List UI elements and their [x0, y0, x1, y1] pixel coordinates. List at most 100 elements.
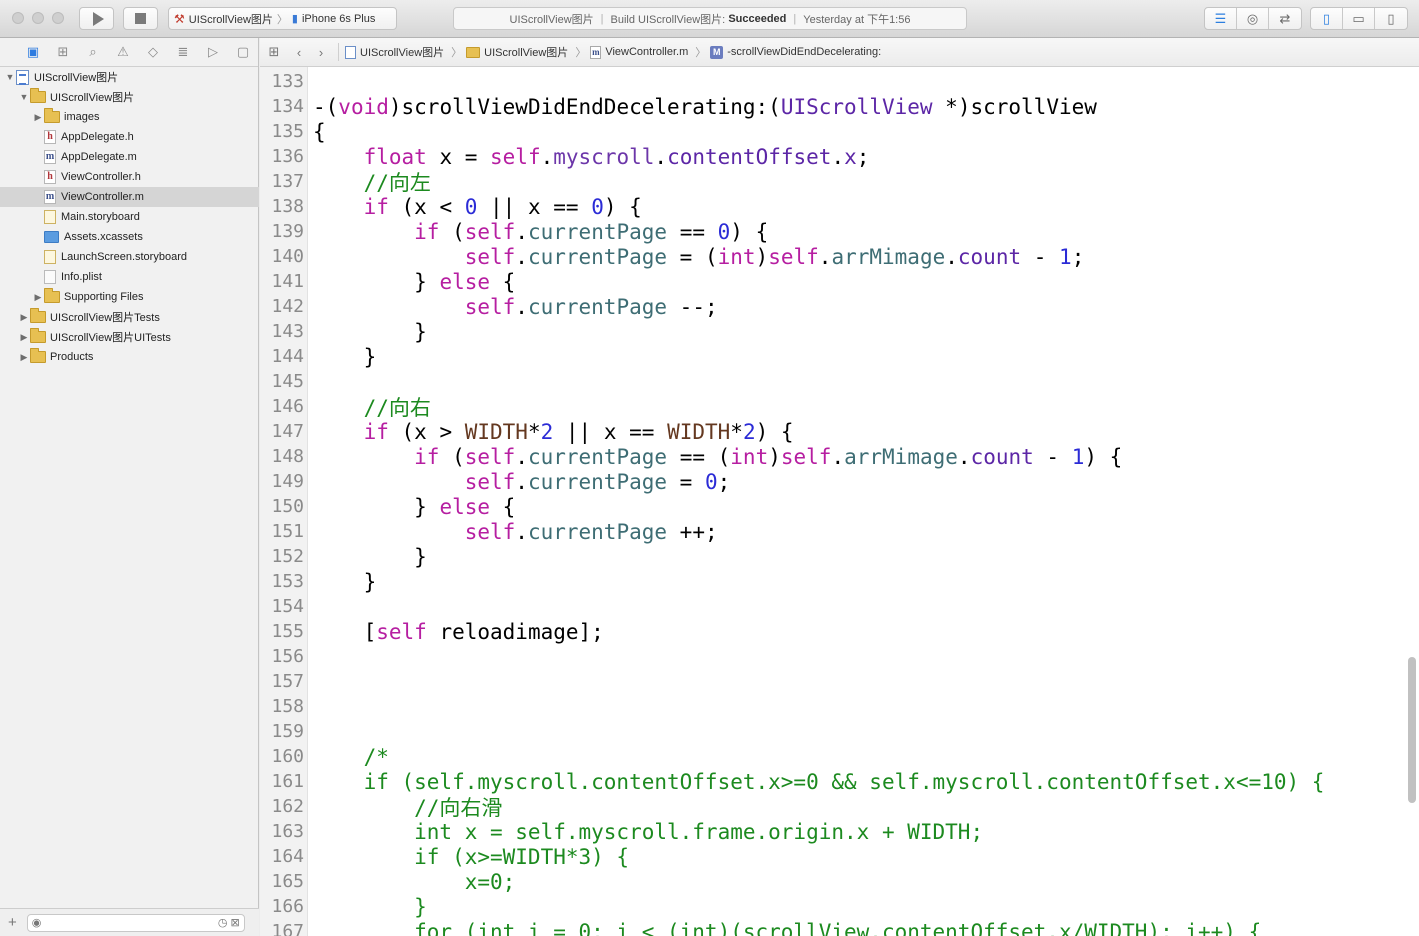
- code-line: 148 if (self.currentPage == (int)self.ar…: [260, 444, 1419, 469]
- code-text: //向左: [313, 167, 431, 197]
- code-token: --;: [667, 294, 718, 319]
- debug-area-toggle-icon[interactable]: ▭: [1343, 8, 1375, 29]
- recent-filter-icon[interactable]: ◷ ⊠: [218, 916, 240, 929]
- version-editor-icon[interactable]: ⇄: [1269, 8, 1301, 29]
- report-icon[interactable]: ▢: [228, 44, 258, 60]
- code-token: for (int i = 0; i < (int)(scrollView.con…: [313, 919, 1262, 936]
- code-line: 146 //向右: [260, 394, 1419, 420]
- asset-catalog-icon: [44, 231, 59, 243]
- disclosure-open-icon[interactable]: ▼: [4, 72, 16, 82]
- debug-icon[interactable]: ≣: [168, 44, 198, 60]
- code-token: }: [313, 269, 440, 294]
- add-icon[interactable]: +: [8, 914, 17, 931]
- code-token: //向右滑: [313, 795, 503, 820]
- code-token: float: [363, 144, 427, 169]
- search-icon[interactable]: ⌕: [78, 44, 108, 60]
- close-window-button[interactable]: [12, 12, 24, 24]
- disclosure-closed-icon[interactable]: ▶: [18, 332, 30, 343]
- project-navigator: ▣ ⊞ ⌕ ⚠ ◇ ≣ ▷ ▢ ▼ UIScrollView图片 ▼ UIScroll…: [0, 38, 259, 936]
- navigator-item[interactable]: h ViewController.h: [0, 167, 259, 187]
- plist-file-icon: [44, 270, 56, 284]
- breadcrumb-project-label: UIScrollView图片: [360, 47, 445, 59]
- code-token: currentPage: [527, 219, 668, 244]
- code-token: //向右: [313, 395, 431, 420]
- source-editor[interactable]: 133 134 -(void)scrollViewDidEndDeceleratin…: [260, 67, 1419, 936]
- code-text: } else {: [313, 495, 515, 519]
- disclosure-closed-icon[interactable]: ▶: [32, 112, 44, 123]
- navigator-item[interactable]: m ViewController.m: [0, 187, 259, 207]
- forward-icon[interactable]: ›: [310, 45, 332, 60]
- code-token: }: [313, 494, 440, 519]
- code-text: [self reloadimage];: [313, 620, 604, 644]
- navigator-item[interactable]: ▶ UIScrollView图片UITests: [0, 327, 259, 347]
- scheme-selector[interactable]: ⚒ UIScrollView图片 〉 ▮ iPhone 6s Plus: [168, 7, 397, 30]
- navigator-filter-field[interactable]: ◉ ◷ ⊠: [26, 913, 245, 932]
- code-line: 156: [260, 644, 1419, 669]
- stop-button[interactable]: [123, 7, 158, 30]
- code-token: WIDTH: [667, 419, 731, 444]
- utilities-toggle-icon[interactable]: ▯: [1375, 8, 1407, 29]
- code-token: currentPage: [527, 244, 668, 269]
- navigator-selector-bar: ▣ ⊞ ⌕ ⚠ ◇ ≣ ▷ ▢: [0, 38, 258, 67]
- folder-icon: [30, 328, 46, 343]
- line-number: 144: [271, 346, 304, 367]
- device-icon: ▮: [291, 13, 298, 25]
- code-line: 135 {: [260, 119, 1419, 144]
- navigator-item[interactable]: Assets.xcassets: [0, 227, 259, 247]
- app-icon: ⚒: [174, 11, 185, 26]
- breadcrumb-group[interactable]: UIScrollView图片 〉: [466, 44, 586, 60]
- navigator-item[interactable]: ▶ Supporting Files: [0, 287, 259, 307]
- code-line: 162 //向右滑: [260, 794, 1419, 820]
- breadcrumb-group-label: UIScrollView图片: [484, 47, 569, 59]
- code-token: -: [1033, 444, 1072, 469]
- breadcrumb-file[interactable]: m ViewController.m 〉: [590, 44, 706, 60]
- run-button[interactable]: [79, 7, 114, 30]
- zoom-window-button[interactable]: [52, 12, 64, 24]
- navigator-toggle-icon[interactable]: ▯: [1311, 8, 1343, 29]
- navigator-item[interactable]: ▶ images: [0, 107, 259, 127]
- line-number: 149: [271, 471, 304, 492]
- standard-editor-icon[interactable]: ☰: [1205, 8, 1237, 29]
- navigator-item[interactable]: ▶ UIScrollView图片Tests: [0, 307, 259, 327]
- breadcrumb-project[interactable]: UIScrollView图片 〉: [345, 44, 462, 60]
- disclosure-closed-icon[interactable]: ▶: [32, 292, 44, 303]
- code-token: int: [730, 444, 769, 469]
- line-number: 141: [271, 271, 304, 292]
- navigator-item[interactable]: ▶ Products: [0, 347, 259, 367]
- navigator-item[interactable]: h AppDelegate.h: [0, 127, 259, 147]
- breadcrumb-method[interactable]: M -scrollViewDidEndDecelerating:: [710, 45, 881, 59]
- folder-icon[interactable]: ▣: [18, 44, 48, 60]
- code-line: 139 if (self.currentPage == 0) {: [260, 219, 1419, 244]
- code-line: 142 self.currentPage --;: [260, 294, 1419, 319]
- test-icon[interactable]: ◇: [138, 44, 168, 60]
- warning-icon[interactable]: ⚠: [108, 44, 138, 60]
- code-token: .: [831, 444, 845, 469]
- symbol-icon[interactable]: ⊞: [48, 44, 78, 60]
- breakpoint-icon[interactable]: ▷: [198, 44, 228, 60]
- disclosure-closed-icon[interactable]: ▶: [18, 352, 30, 363]
- code-token: /*: [313, 744, 389, 769]
- code-token: ;: [856, 144, 870, 169]
- navigator-item[interactable]: m AppDelegate.m: [0, 147, 259, 167]
- disclosure-closed-icon[interactable]: ▶: [18, 312, 30, 323]
- code-line: 150 } else {: [260, 494, 1419, 519]
- assistant-editor-icon[interactable]: ◎: [1237, 8, 1269, 29]
- line-number: 143: [271, 321, 304, 342]
- vertical-scrollbar[interactable]: [1408, 657, 1416, 803]
- navigator-item[interactable]: ▼ UIScrollView图片: [0, 87, 259, 107]
- code-text: /*: [313, 745, 389, 769]
- code-text: }: [313, 895, 427, 919]
- minimize-window-button[interactable]: [32, 12, 44, 24]
- navigator-item[interactable]: LaunchScreen.storyboard: [0, 247, 259, 267]
- related-items-icon[interactable]: ⊞: [260, 44, 288, 60]
- line-number: 155: [271, 621, 304, 642]
- navigator-item[interactable]: Main.storyboard: [0, 207, 259, 227]
- disclosure-open-icon[interactable]: ▼: [18, 92, 30, 102]
- code-token: -: [1021, 244, 1060, 269]
- back-icon[interactable]: ‹: [288, 45, 310, 60]
- navigator-item-label: UIScrollView图片Tests: [50, 312, 160, 324]
- navigator-item[interactable]: Info.plist: [0, 267, 259, 287]
- navigator-item[interactable]: ▼ UIScrollView图片: [0, 67, 259, 87]
- folder-icon: [30, 308, 46, 323]
